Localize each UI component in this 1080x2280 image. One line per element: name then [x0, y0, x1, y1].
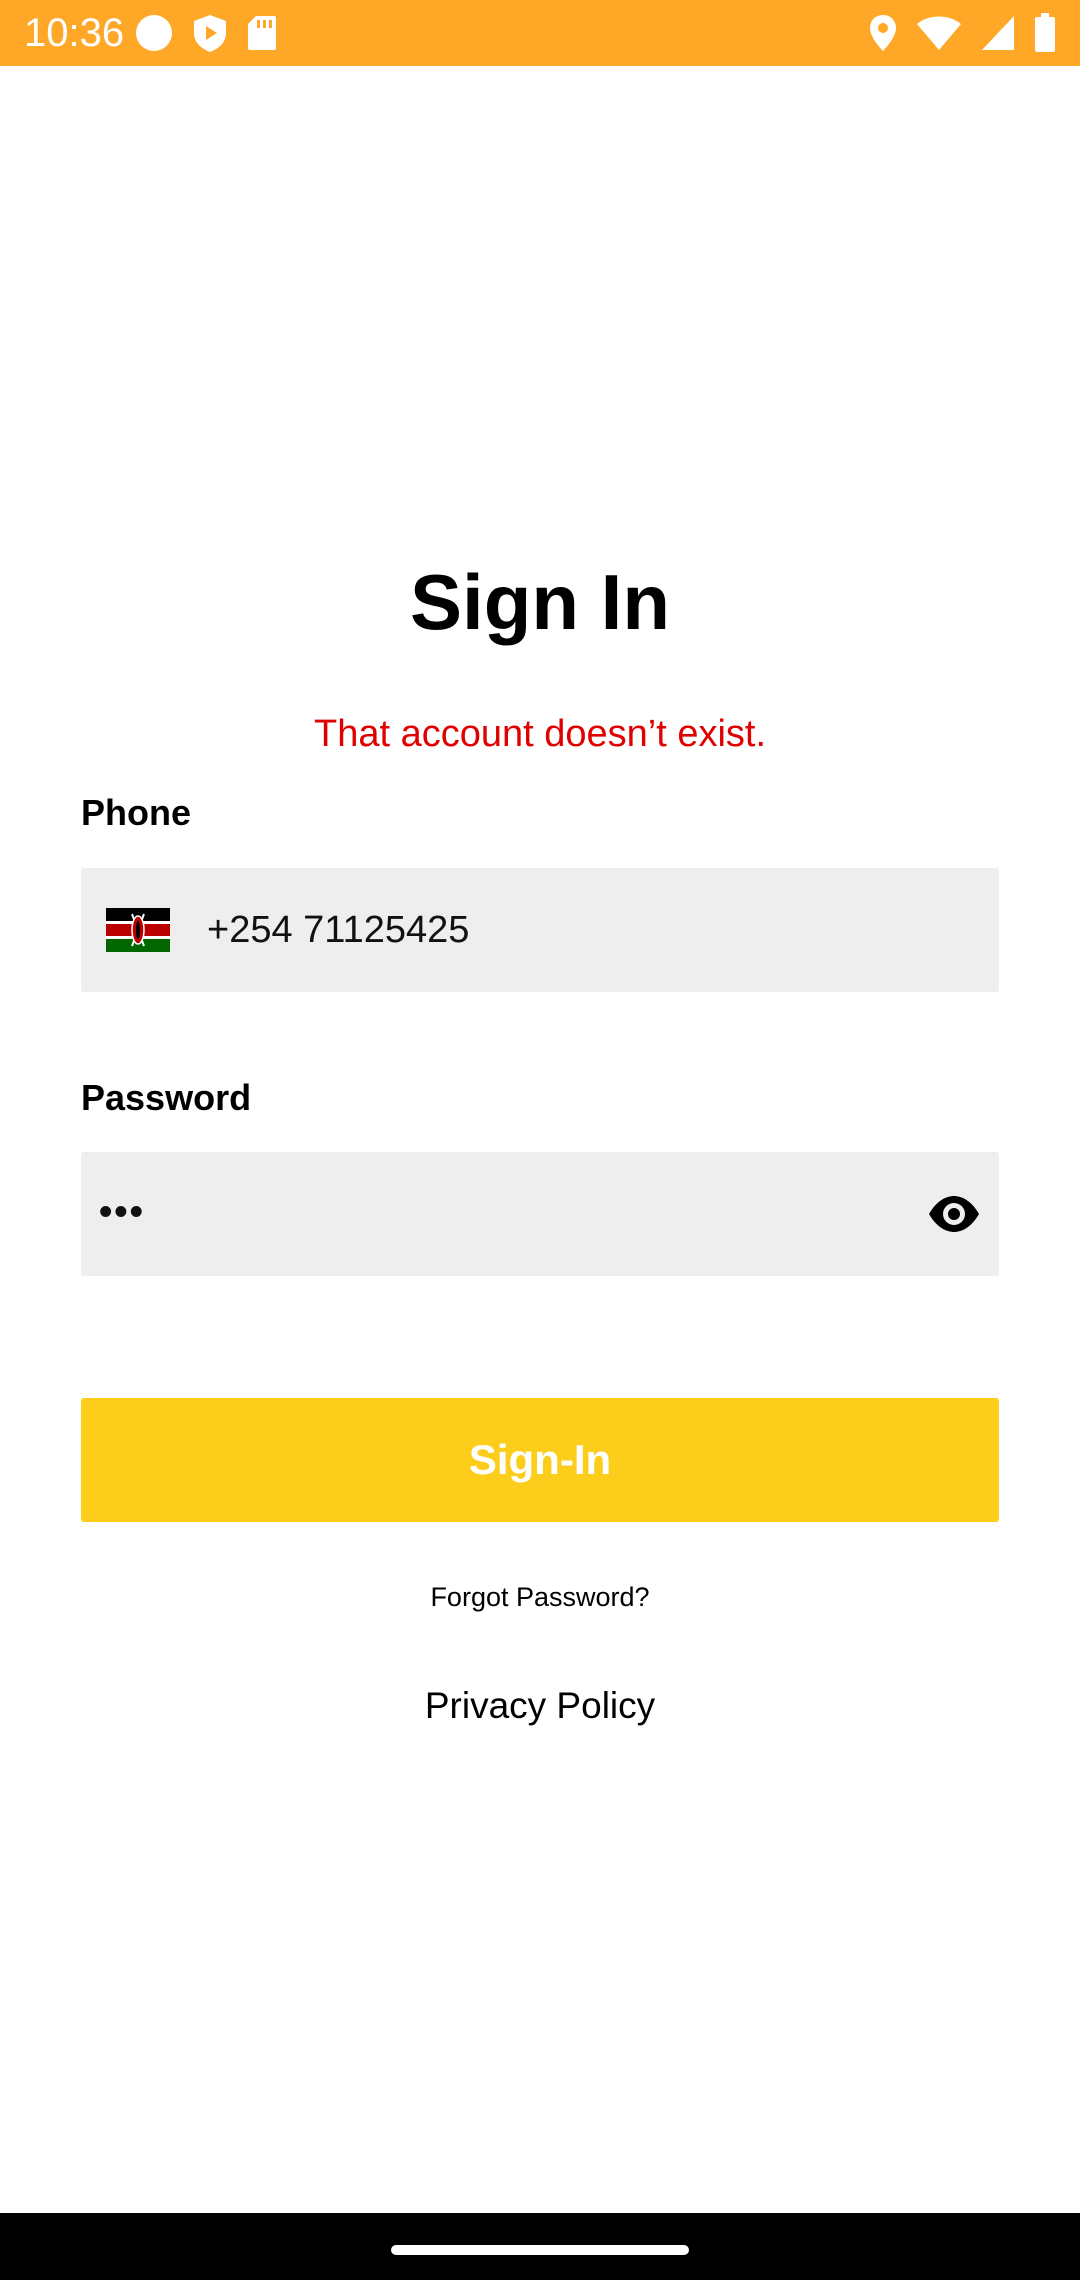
kenya-flag-icon[interactable]	[106, 906, 170, 954]
home-gesture-handle[interactable]	[391, 2245, 689, 2255]
phone-label: Phone	[81, 792, 192, 833]
location-icon	[870, 15, 896, 51]
error-message: That account doesn’t exist.	[313, 713, 767, 755]
circle-notification-icon	[136, 15, 172, 51]
status-time: 10:36	[24, 11, 125, 55]
shield-play-icon	[194, 15, 226, 52]
privacy-policy-link[interactable]: Privacy Policy	[0, 1680, 1080, 1732]
password-field[interactable]: •••	[81, 1152, 999, 1276]
signin-button[interactable]: Sign-In	[81, 1398, 999, 1522]
phone-field[interactable]: +254 71125425	[81, 868, 999, 992]
navigation-bar	[0, 2213, 1080, 2280]
signal-icon	[982, 16, 1014, 50]
eye-icon[interactable]	[927, 1192, 981, 1236]
forgot-password-link[interactable]: Forgot Password?	[0, 1578, 1080, 1616]
battery-icon	[1035, 13, 1055, 52]
status-right-icons	[868, 12, 1056, 54]
password-label: Password	[81, 1077, 252, 1118]
status-bar: 10:36	[0, 0, 1080, 66]
page-title: Sign In	[410, 558, 670, 646]
wifi-icon	[917, 16, 961, 50]
sd-card-icon	[248, 16, 276, 50]
password-input[interactable]: •••	[99, 1186, 145, 1238]
phone-input[interactable]: +254 71125425	[207, 904, 469, 956]
status-left-icons	[134, 12, 278, 54]
